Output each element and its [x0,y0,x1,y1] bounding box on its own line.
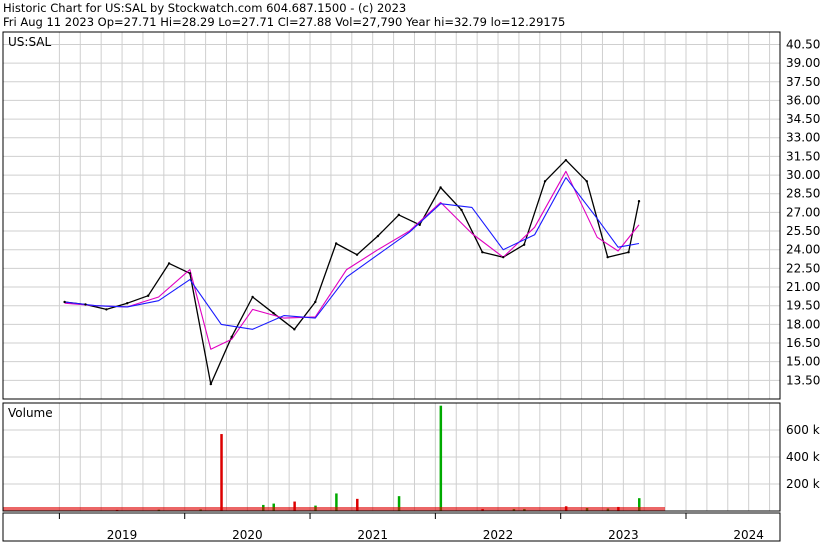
price-point [627,251,630,254]
x-tick-label: 2020 [232,528,263,542]
price-point [355,253,359,256]
volume-tick-label: 400 k [786,450,820,464]
price-point [502,255,505,259]
price-point [606,255,609,259]
price-point [146,294,150,297]
price-tick-label: 31.50 [786,149,820,163]
symbol-label: US:SAL [8,35,51,49]
price-tick-label: 24.00 [786,243,820,257]
price-point [418,223,421,227]
volume-tick-label: 600 k [786,423,820,437]
volume-baseline-band [3,507,665,511]
price-point [230,335,233,338]
price-point [522,243,526,246]
price-point [564,158,568,162]
price-panel-frame [2,31,781,400]
price-point [293,328,296,331]
price-tick-label: 36.00 [786,93,820,107]
volume-bar [220,434,223,511]
price-point [585,180,588,183]
price-tick-label: 16.50 [786,336,820,350]
price-point [334,242,338,245]
price-point [251,295,254,299]
price-tick-label: 28.50 [786,187,820,201]
price-point [167,262,171,265]
price-point [460,208,463,212]
price-tick-label: 21.00 [786,280,820,294]
price-tick-label: 25.50 [786,224,820,238]
price-tick-label: 19.50 [786,299,820,313]
price-point [543,180,547,183]
price-point [209,382,213,386]
price-tick-label: 39.00 [786,56,820,70]
price-point [272,311,275,315]
volume-bar [439,405,443,511]
x-tick-label: 2023 [608,528,639,542]
price-tick-label: 40.50 [786,37,820,51]
price-tick-label: 18.00 [786,317,820,331]
price-point [314,300,317,304]
price-point [84,303,87,306]
axis-labels: 40.50 39.00 37.50 36.00 34.50 33.00 31.50 30.00… [107,37,821,542]
price-point [376,234,380,238]
chart-grid [3,32,780,511]
price-point [105,308,108,311]
price-point [188,272,192,275]
price-point [637,199,641,203]
x-tick-label: 2021 [357,528,388,542]
panel-frames [2,31,781,542]
price-tick-label: 33.00 [786,131,820,145]
price-tick-label: 22.50 [786,261,820,275]
price-tick-label: 13.50 [786,373,820,387]
price-tick-label: 37.50 [786,75,820,89]
price-point [126,302,129,305]
stock-chart: 40.50 39.00 37.50 36.00 34.50 33.00 31.50 30.00… [2,31,821,542]
price-point [481,251,484,254]
price-point [63,300,66,304]
volume-label: Volume [8,406,53,420]
volume-tick-label: 200 k [786,477,820,491]
x-tick-label: 2022 [483,528,514,542]
price-tick-label: 27.00 [786,205,820,219]
price-tick-label: 30.00 [786,168,820,182]
x-tick-label: 2019 [107,528,138,542]
price-point [439,186,442,189]
price-point [397,213,401,217]
volume-bars [3,405,665,511]
price-tick-label: 15.00 [786,355,820,369]
price-tick-label: 34.50 [786,112,820,126]
x-tick-label: 2024 [733,528,764,542]
